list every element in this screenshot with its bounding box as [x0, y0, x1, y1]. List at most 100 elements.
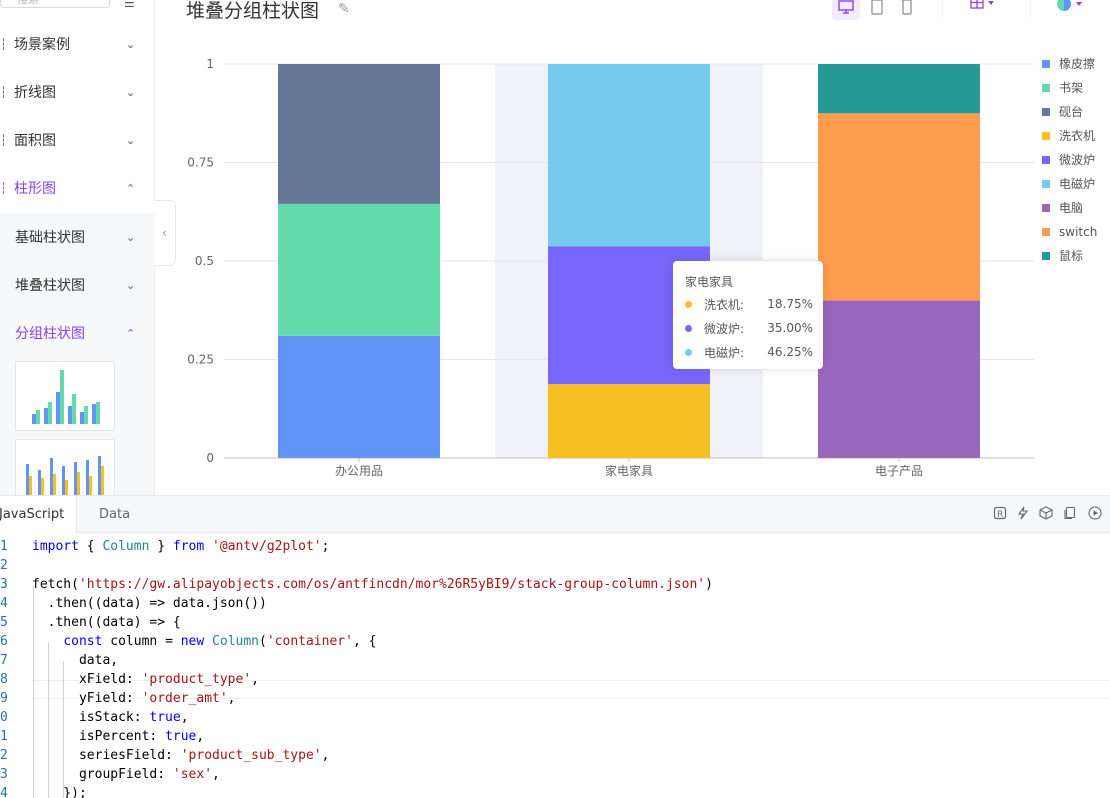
line-number: 5 [0, 615, 8, 630]
sidebar-subitem-label: 基础柱状图 [15, 230, 85, 246]
tooltip-marker [685, 348, 692, 356]
code-text: groupField: 'sex', [32, 767, 220, 782]
search-input[interactable]: 搜索 [0, 0, 110, 8]
code-line: 2 seriesField: 'product_sub_type', [0, 746, 1110, 765]
tab-data[interactable]: Data [99, 496, 130, 533]
lightning-icon[interactable] [1016, 506, 1030, 524]
bar-segment [818, 64, 980, 114]
chevron-up-icon: ⌃ [126, 326, 136, 340]
tooltip-marker [685, 300, 692, 308]
chevron-down-icon: ⌄ [126, 37, 136, 51]
sidebar-item-line[interactable]: ┆ 折线图 ⌄ [0, 68, 154, 116]
code-text: isStack: true, [32, 710, 189, 725]
reset-icon[interactable]: R [993, 506, 1007, 524]
sidebar-item-scene-cases[interactable]: ┆ 场景案例 ⌄ [0, 20, 154, 68]
mobile-icon [902, 0, 912, 15]
y-tick-label: 0.5 [195, 254, 214, 268]
codesandbox-icon[interactable] [1039, 506, 1053, 524]
line-number: 2 [0, 558, 8, 573]
layout-grid-icon [970, 0, 994, 9]
sidebar-item-area[interactable]: ┆ 面积图 ⌄ [0, 116, 154, 164]
play-icon[interactable] [1088, 506, 1102, 524]
chevron-up-icon: ⌃ [126, 181, 136, 195]
chevron-down-icon: ⌄ [126, 133, 136, 147]
x-tick-label: 电子产品 [875, 464, 923, 478]
tooltip-row: 微波炉: 35.00% [685, 319, 813, 337]
code-line: 5 .then((data) => { [0, 613, 1110, 632]
tab-javascript[interactable]: JavaScript [0, 496, 77, 533]
legend-marker [1042, 156, 1050, 164]
svg-text:R: R [997, 510, 1003, 520]
legend-marker [1042, 180, 1050, 188]
chevron-left-icon: ‹ [161, 225, 168, 241]
x-tick-label: 家电家具 [605, 463, 653, 478]
legend-marker [1042, 228, 1050, 236]
desktop-icon [838, 0, 854, 14]
chart-tooltip: 家电家具 洗衣机: 18.75% 微波炉: 35.00% 电磁炉: 46.25% [673, 261, 823, 369]
layout-dropdown[interactable] [970, 0, 996, 14]
bar-segment [548, 64, 710, 247]
example-thumbnail[interactable] [15, 439, 115, 495]
legend-marker [1042, 108, 1050, 116]
code-text: }); [32, 786, 87, 798]
legend-item: 鼠标 [1059, 249, 1083, 263]
sidebar-subitem-stacked-column[interactable]: 堆叠柱状图 ⌄ [0, 261, 154, 309]
legend-item: 橡皮擦 [1059, 57, 1095, 71]
sidebar-item-column[interactable]: ┆ 柱形图 ⌃ [0, 164, 154, 212]
code-text: isPercent: true, [32, 729, 205, 744]
line-number: 7 [0, 653, 8, 668]
chevron-down-icon: ⌄ [126, 85, 136, 99]
y-tick-label: 0.75 [187, 156, 214, 170]
sidebar-subitem-basic-column[interactable]: 基础柱状图 ⌄ [0, 213, 154, 261]
tablet-view-button[interactable] [863, 0, 891, 20]
desktop-view-button[interactable] [832, 0, 860, 20]
legend-item: 书架 [1059, 81, 1083, 95]
theme-dropdown[interactable] [1056, 0, 1084, 16]
copy-icon[interactable] [1063, 506, 1077, 524]
line-number: 3 [0, 767, 8, 782]
legend-item: switch [1059, 225, 1097, 239]
line-number: 9 [0, 691, 8, 706]
editor-tabs: JavaScript Data R [0, 496, 1110, 533]
legend-item: 电脑 [1059, 201, 1083, 215]
legend-item: 微波炉 [1059, 153, 1095, 167]
sidebar-subitem-grouped-column[interactable]: 分组柱状图 ⌃ [0, 309, 154, 357]
x-tick-label: 办公用品 [335, 463, 383, 478]
line-chart-icon: ┆ [0, 85, 7, 99]
mobile-view-button[interactable] [893, 0, 921, 20]
sidebar-subitem-label: 堆叠柱状图 [15, 278, 85, 294]
code-text: xField: 'product_type', [32, 672, 259, 687]
code-line: 9 yField: 'order_amt', [0, 689, 1110, 708]
menu-icon[interactable]: ☰ [124, 0, 135, 10]
stacked-column-chart[interactable]: 00.250.50.751办公用品 家电家具 电子产品橡皮擦书架砚台洗衣机微波炉电磁… [176, 40, 1110, 495]
line-number: 4 [0, 596, 8, 611]
code-editor-panel: JavaScript Data R 1 import { Column} fr… [0, 495, 1110, 798]
thumbnail-chart-image [26, 456, 104, 495]
edit-icon[interactable]: ✎ [338, 1, 350, 17]
tooltip-row-value: 35.00% [767, 321, 813, 335]
legend-marker [1042, 252, 1050, 260]
divider [942, 0, 943, 18]
bar-segment [548, 384, 710, 458]
bar-segment [818, 300, 980, 458]
code-line: 7 data, [0, 651, 1110, 670]
example-thumbnail[interactable] [15, 361, 115, 431]
legend-marker [1042, 84, 1050, 92]
theme-icon [1057, 0, 1082, 11]
bar-segment [278, 203, 440, 336]
code-text: import { Column } from '@antv/g2plot'; [32, 539, 330, 554]
code-line: 3 groupField: 'sex', [0, 765, 1110, 784]
divider [1030, 0, 1031, 18]
sidebar-subitem-label: 分组柱状图 [15, 326, 85, 342]
page-title: 堆叠分组柱状图 [186, 0, 320, 22]
sidebar: 搜索 ☰ ┆ 场景案例 ⌄ ┆ 折线图 ⌄ ┆ 面积图 ⌄ ┆ 柱形图 ⌃ 基础… [0, 0, 155, 495]
code-text: data, [32, 653, 119, 668]
legend-marker [1042, 132, 1050, 140]
tooltip-row-name: 电磁炉: [704, 345, 745, 360]
legend-item: 砚台 [1059, 104, 1083, 119]
code-text: .then((data) => { [32, 615, 181, 630]
y-tick-label: 0 [206, 451, 214, 465]
code-area[interactable]: 1 import { Column } from '@antv/g2plot'; 2… [0, 534, 1110, 798]
code-line: 0 isStack: true, [0, 708, 1110, 727]
collapse-sidebar-button[interactable]: ‹ [154, 200, 176, 266]
